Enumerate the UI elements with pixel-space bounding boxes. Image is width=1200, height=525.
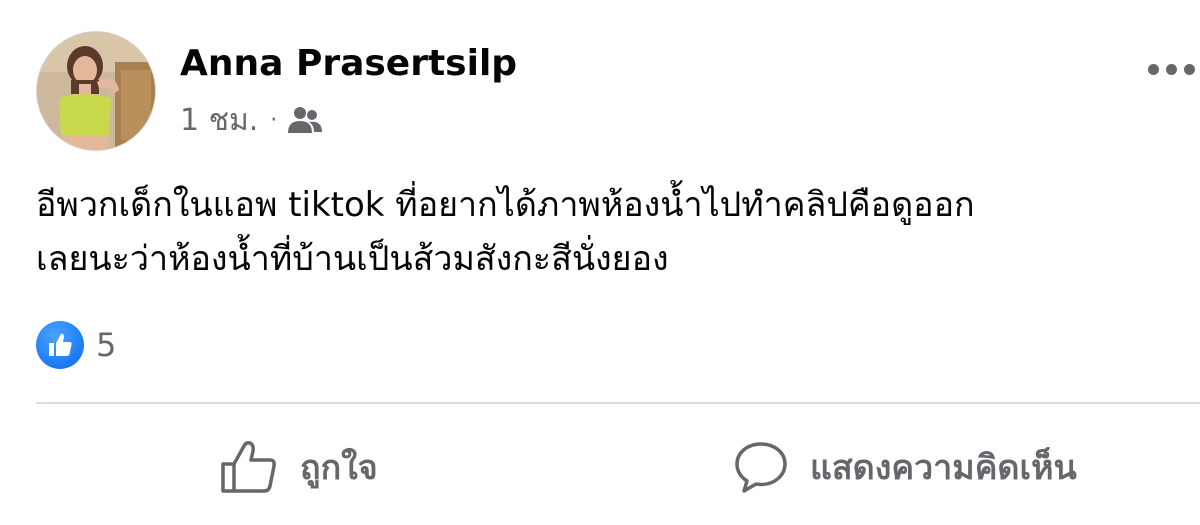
more-dot	[1166, 63, 1177, 75]
like-button-label: ถูกใจ	[300, 448, 378, 488]
friends-icon[interactable]	[287, 105, 323, 135]
thumbs-up-icon	[221, 441, 276, 493]
more-dot	[1148, 63, 1159, 75]
more-dot	[1184, 63, 1195, 75]
avatar-photo	[37, 32, 155, 150]
post-text-line: เลยนะว่าห้องน้ำที่บ้านเป็นส้วมสังกะสีนั่…	[36, 239, 669, 279]
comment-button-label: แสดงความคิดเห็น	[810, 448, 1077, 488]
post-meta: 1 ชม. ·	[180, 102, 323, 138]
post-text: อีพวกเด็กในแอพ tiktok ที่อยากได้ภาพห้องน…	[36, 178, 1186, 286]
divider	[36, 402, 1200, 404]
avatar[interactable]	[36, 31, 156, 151]
meta-separator: ·	[270, 107, 278, 133]
like-reaction-icon	[36, 321, 84, 369]
reaction-count: 5	[96, 326, 117, 364]
author-name[interactable]: Anna Prasertsilp	[180, 42, 517, 86]
more-options-icon[interactable]	[1148, 56, 1200, 82]
reactions-summary[interactable]: 5	[36, 320, 116, 370]
like-button[interactable]: ถูกใจ	[220, 432, 378, 502]
comment-button[interactable]: แสดงความคิดเห็น	[734, 432, 1077, 502]
post-time[interactable]: 1 ชม.	[180, 97, 258, 144]
post-text-line: อีพวกเด็กในแอพ tiktok ที่อยากได้ภาพห้องน…	[36, 185, 975, 225]
post-card: Anna Prasertsilp 1 ชม. · อีพวกเด็กในแอพ …	[0, 0, 1200, 525]
comment-bubble-icon	[735, 442, 787, 493]
